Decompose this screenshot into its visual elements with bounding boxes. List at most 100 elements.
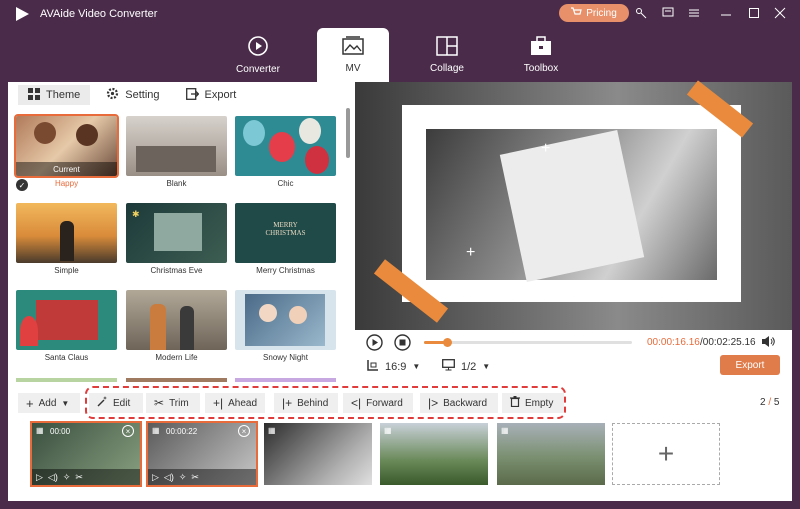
clip-item[interactable]: ▦ [380, 423, 488, 485]
add-media-icon[interactable]: + [466, 244, 475, 262]
key-icon[interactable] [633, 5, 649, 21]
film-icon: ▦ [152, 426, 160, 435]
collage-icon [436, 36, 458, 59]
volume-icon[interactable] [761, 335, 775, 351]
export-button[interactable]: Export [720, 355, 780, 375]
chevron-down-icon: ▼ [482, 362, 491, 371]
theme-thumbnail: ✱ [126, 203, 227, 263]
add-button[interactable]: + Add ▼ [18, 393, 80, 413]
maximize-icon[interactable] [746, 5, 762, 21]
theme-item-modern-life[interactable]: Modern Life [126, 290, 227, 362]
close-window-icon[interactable] [772, 5, 788, 21]
clip-item[interactable]: ▦ [264, 423, 372, 485]
theme-label: Simple [54, 266, 79, 275]
subtab-setting-label: Setting [125, 89, 160, 101]
subtab-theme[interactable]: Theme [18, 85, 91, 105]
tab-mv[interactable]: MV [317, 28, 389, 82]
forward-button[interactable]: <| Forward [343, 393, 413, 413]
forward-icon: <| [351, 396, 362, 410]
add-media-icon[interactable]: + [541, 140, 550, 158]
trim-button[interactable]: ✂ Trim [146, 393, 200, 413]
clip-item[interactable]: ▦ 00:00 × ▷ ◁) ✧ ✂ [30, 421, 142, 487]
volume-icon[interactable]: ◁) [164, 472, 174, 483]
forward-label: Forward [366, 397, 403, 409]
plus-icon: + [26, 395, 34, 411]
pricing-button[interactable]: Pricing [559, 4, 629, 22]
progress-knob[interactable] [442, 338, 452, 347]
menu-icon[interactable] [686, 5, 702, 21]
theme-thumbnail [235, 116, 336, 176]
remove-clip-icon[interactable]: × [238, 425, 250, 437]
total-time: /00:02:25.16 [700, 337, 756, 348]
subtab-export[interactable]: Export [176, 85, 247, 105]
aspect-ratio-select[interactable]: 16:9 ▼ [367, 359, 420, 374]
clip-item[interactable]: ▦ [497, 423, 605, 485]
film-icon: ▦ [36, 426, 44, 435]
play-icon[interactable]: ▷ [152, 472, 159, 483]
play-icon[interactable]: ▷ [36, 472, 43, 483]
chevron-down-icon: ▼ [412, 362, 421, 371]
monitor-icon [442, 359, 455, 374]
edit-button[interactable]: Edit [89, 393, 143, 413]
current-time: 00:00:16.16 [647, 337, 700, 348]
tab-converter[interactable]: Converter [222, 28, 294, 82]
stop-icon[interactable] [394, 334, 411, 354]
add-clip-button[interactable]: + [612, 423, 720, 485]
theme-item-chic[interactable]: Chic [235, 116, 336, 188]
backward-label: Backward [443, 397, 488, 409]
remove-clip-icon[interactable]: × [122, 425, 134, 437]
progress-track[interactable] [424, 338, 632, 347]
feedback-icon[interactable] [660, 5, 676, 21]
theme-label: Chic [277, 179, 294, 188]
theme-item-merry-christmas[interactable]: MERRY CHRISTMAS Merry Christmas [235, 203, 336, 275]
sub-tab-bar: Theme Setting Export [8, 82, 355, 108]
cart-icon [571, 6, 582, 20]
monitor-select[interactable]: 1/2 ▼ [442, 359, 490, 374]
empty-button[interactable]: Empty [502, 393, 564, 413]
theme-label: Modern Life [155, 353, 198, 362]
subtab-export-label: Export [204, 89, 237, 101]
scissors-icon[interactable]: ✂ [75, 472, 83, 483]
theme-item-snowy-night[interactable]: Snowy Night [235, 290, 336, 362]
theme-thumbnail [16, 203, 117, 263]
subtab-theme-label: Theme [46, 89, 81, 101]
magic-wand-icon[interactable]: ✧ [179, 472, 187, 483]
scissors-icon[interactable]: ✂ [191, 472, 199, 483]
film-icon: ▦ [268, 426, 276, 435]
tab-collage[interactable]: Collage [411, 28, 483, 82]
theme-label: Happy [54, 179, 79, 188]
theme-item-santa-claus[interactable]: Santa Claus [16, 290, 117, 362]
clip-panel: + Add ▼ Edit ✂ Trim +| Ahead |+ Behind <… [8, 382, 792, 501]
film-icon: ▦ [501, 426, 509, 435]
minimize-icon[interactable] [718, 5, 734, 21]
theme-thumbnail [235, 290, 336, 350]
volume-icon[interactable]: ◁) [48, 472, 58, 483]
tab-converter-label: Converter [236, 64, 280, 75]
theme-label: Snowy Night [263, 353, 308, 362]
mv-icon [342, 36, 364, 59]
theme-item-happy[interactable]: Current ✓ Happy [14, 114, 119, 191]
ahead-button[interactable]: +| Ahead [205, 393, 265, 413]
magic-wand-icon [97, 396, 108, 410]
clip-item[interactable]: ▦ 00:00:22 × ▷ ◁) ✧ ✂ [146, 421, 258, 487]
theme-label: Blank [166, 179, 187, 188]
theme-label: Merry Christmas [256, 266, 315, 275]
aspect-ratio-value: 16:9 [385, 360, 407, 373]
behind-icon: |+ [282, 396, 293, 410]
behind-button[interactable]: |+ Behind [274, 393, 338, 413]
subtab-setting[interactable]: Setting [96, 85, 169, 105]
backward-button[interactable]: |> Backward [420, 393, 498, 413]
magic-wand-icon[interactable]: ✧ [63, 472, 71, 483]
play-icon[interactable] [366, 334, 383, 354]
add-label: Add [38, 397, 57, 409]
tab-toolbox[interactable]: Toolbox [505, 28, 577, 82]
theme-item-blank[interactable]: Blank [126, 116, 227, 188]
video-preview: + + [355, 80, 792, 330]
theme-item-christmas-eve[interactable]: ✱ Christmas Eve [126, 203, 227, 275]
theme-scrollbar[interactable] [346, 108, 350, 158]
theme-item-simple[interactable]: Simple [16, 203, 117, 275]
theme-thumbnail: MERRY CHRISTMAS [235, 203, 336, 263]
grid-icon [28, 87, 40, 103]
clip-actions: ▷ ◁) ✧ ✂ [148, 469, 256, 485]
selected-check-icon: ✓ [16, 179, 28, 191]
